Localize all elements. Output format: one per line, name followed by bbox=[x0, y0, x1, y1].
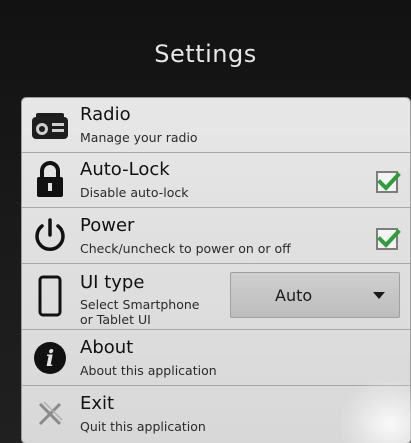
auto-lock-checkbox[interactable] bbox=[376, 171, 401, 193]
exit-subtitle: Quit this application bbox=[80, 419, 206, 434]
about-title: About bbox=[80, 337, 134, 358]
ui-type-selected-value: Auto bbox=[275, 286, 313, 305]
ui-type-subtitle-line1: Select Smartphone bbox=[80, 297, 200, 312]
svg-text:i: i bbox=[46, 346, 54, 372]
check-icon bbox=[377, 172, 401, 191]
page-title: Settings bbox=[154, 40, 257, 68]
chevron-down-icon bbox=[373, 292, 385, 299]
settings-item-exit[interactable]: Exit Quit this application bbox=[22, 386, 410, 443]
exit-title: Exit bbox=[80, 393, 115, 414]
settings-item-about[interactable]: i About About this application bbox=[22, 330, 410, 386]
smartphone-icon bbox=[28, 274, 72, 318]
power-subtitle: Check/uncheck to power on or off bbox=[80, 241, 291, 256]
about-subtitle: About this application bbox=[80, 363, 217, 378]
settings-item-power[interactable]: Power Check/uncheck to power on or off bbox=[22, 208, 410, 264]
lock-icon bbox=[28, 158, 72, 202]
radio-title: Radio bbox=[80, 104, 131, 125]
info-icon: i bbox=[28, 336, 72, 380]
power-icon bbox=[28, 214, 72, 258]
settings-item-radio[interactable]: Radio Manage your radio bbox=[22, 98, 410, 153]
ui-type-title: UI type bbox=[80, 272, 145, 293]
auto-lock-title: Auto-Lock bbox=[80, 159, 170, 180]
power-checkbox[interactable] bbox=[376, 228, 401, 250]
settings-item-auto-lock[interactable]: Auto-Lock Disable auto-lock bbox=[22, 153, 410, 208]
auto-lock-subtitle: Disable auto-lock bbox=[80, 185, 189, 200]
settings-screen: Settings Radio Manage your radio Auto-Lo… bbox=[0, 0, 411, 443]
settings-list: Radio Manage your radio Auto-Lock Disabl… bbox=[22, 98, 410, 443]
settings-item-ui-type[interactable]: UI type Select Smartphone or Tablet UI A… bbox=[22, 264, 410, 330]
radio-icon bbox=[28, 104, 72, 148]
power-title: Power bbox=[80, 215, 135, 236]
ui-type-subtitle-line2: or Tablet UI bbox=[80, 312, 151, 327]
check-icon bbox=[377, 229, 401, 248]
exit-icon bbox=[28, 392, 72, 436]
ui-type-dropdown[interactable]: Auto bbox=[230, 272, 400, 318]
radio-subtitle: Manage your radio bbox=[80, 130, 198, 145]
